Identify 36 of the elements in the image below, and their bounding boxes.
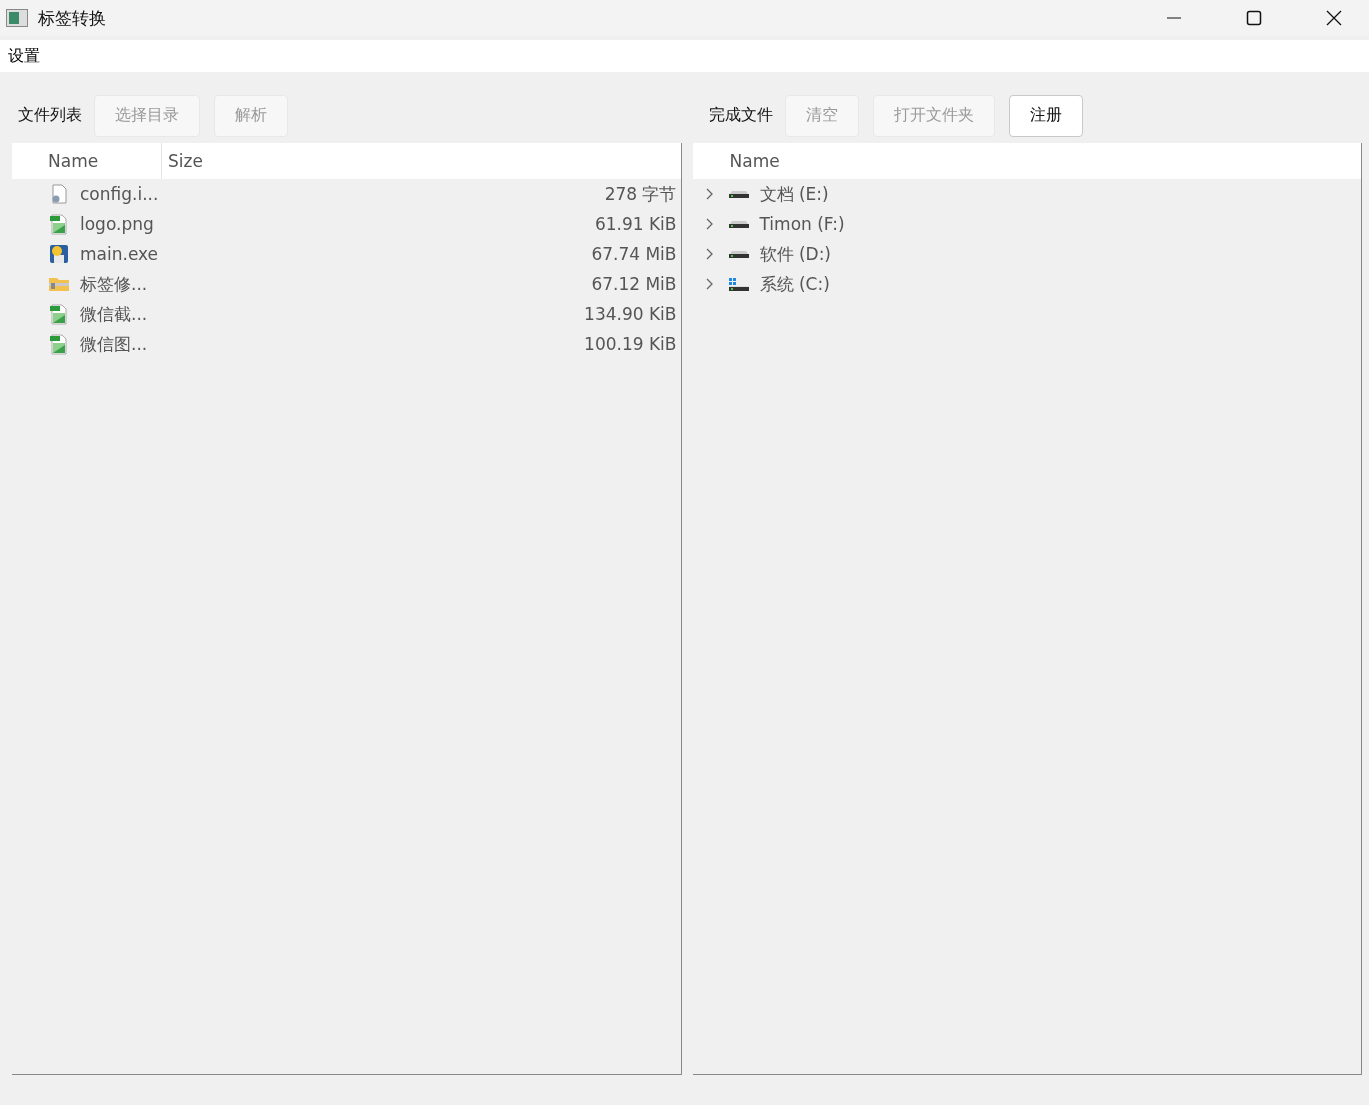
drive-name[interactable]: 软件 (D:) (759, 242, 831, 266)
panel-label: 完成文件 (708, 105, 773, 126)
file-size: 278 字节 (604, 182, 677, 206)
drive-icon (728, 250, 749, 258)
file-size: 134.90 KiB (584, 304, 677, 324)
menu-item[interactable]: 设置 (6, 45, 42, 67)
file-name: 标签修... (80, 272, 148, 296)
drive-icon (728, 190, 749, 198)
file-name: config.i... (80, 184, 159, 204)
program-file-icon (48, 243, 70, 265)
file-name: main.exe (80, 244, 159, 264)
image-file-icon (48, 213, 70, 235)
image-file-icon (48, 333, 70, 355)
file-size: 100.19 KiB (584, 334, 677, 354)
column-header[interactable]: Name (12, 143, 162, 179)
close-icon (1326, 10, 1342, 26)
minimize-icon (1166, 17, 1182, 19)
file-size: 61.91 KiB (594, 214, 677, 234)
column-header[interactable]: Name (692, 143, 780, 179)
file-size: 67.74 MiB (591, 244, 677, 264)
system-drive-icon (728, 277, 749, 291)
file-name: 微信截... (80, 302, 148, 326)
file-name: logo.png (80, 214, 154, 234)
toolbar-button[interactable]: 注册 (1008, 94, 1083, 137)
file-size: 67.12 MiB (591, 274, 677, 294)
window-title: 标签转换 (38, 6, 107, 30)
drive-name[interactable]: 系统 (C:) (759, 272, 830, 296)
app-icon (6, 9, 28, 27)
panel-label: 文件列表 (18, 105, 82, 126)
file-name: 微信图... (80, 332, 148, 356)
image-file-icon (48, 303, 70, 325)
maximize-icon (1246, 10, 1262, 26)
drive-name[interactable]: 文档 (E:) (759, 182, 829, 206)
drive-icon (728, 220, 749, 228)
column-header[interactable]: Size (162, 143, 203, 179)
drive-name[interactable]: Timon (F:) (759, 214, 845, 234)
